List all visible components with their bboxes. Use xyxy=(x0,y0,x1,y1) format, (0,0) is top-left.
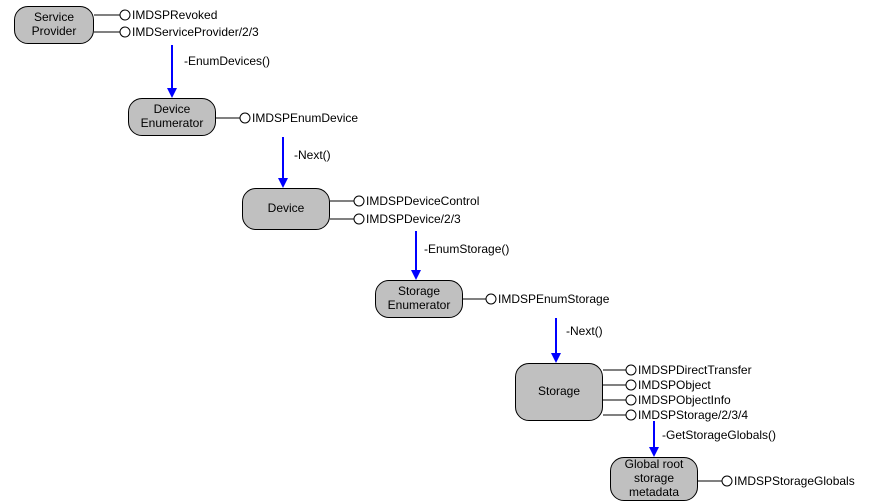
node-label: Storage xyxy=(538,385,580,399)
node-device: Device xyxy=(242,188,330,230)
node-device-enumerator: DeviceEnumerator xyxy=(128,98,216,136)
method-next-1: -Next() xyxy=(294,148,331,162)
node-label: Global rootstoragemetadata xyxy=(625,458,684,499)
iface-imdsp-storageglobals: IMDSPStorageGlobals xyxy=(734,474,855,488)
iface-imdsp-object: IMDSPObject xyxy=(638,378,711,392)
iface-imdsp-device: IMDSPDevice/2/3 xyxy=(366,212,461,226)
iface-imdsp-enumdevice: IMDSPEnumDevice xyxy=(252,111,358,125)
iface-imdsp-storage: IMDSPStorage/2/3/4 xyxy=(638,408,748,422)
node-service-provider: ServiceProvider xyxy=(14,6,94,44)
iface-imdserviceprovider: IMDServiceProvider/2/3 xyxy=(132,25,259,39)
node-storage-enumerator: StorageEnumerator xyxy=(375,280,463,318)
iface-imdsp-objectinfo: IMDSPObjectInfo xyxy=(638,393,731,407)
node-label: Device xyxy=(268,202,305,216)
node-label: StorageEnumerator xyxy=(388,285,451,313)
method-next-2: -Next() xyxy=(566,324,603,338)
method-enumstorage: -EnumStorage() xyxy=(424,242,509,256)
node-global-root: Global rootstoragemetadata xyxy=(610,457,698,501)
iface-imdsp-directtransfer: IMDSPDirectTransfer xyxy=(638,363,752,377)
node-label: DeviceEnumerator xyxy=(141,103,204,131)
iface-imdsp-revoked: IMDSPRevoked xyxy=(132,8,217,22)
iface-imdsp-enumstorage: IMDSPEnumStorage xyxy=(498,292,609,306)
method-enumdevices: -EnumDevices() xyxy=(184,54,270,68)
iface-imdsp-devicecontrol: IMDSPDeviceControl xyxy=(366,194,479,208)
node-storage: Storage xyxy=(515,363,603,421)
method-getstorageglobals: -GetStorageGlobals() xyxy=(662,428,776,442)
node-label: ServiceProvider xyxy=(32,11,77,39)
